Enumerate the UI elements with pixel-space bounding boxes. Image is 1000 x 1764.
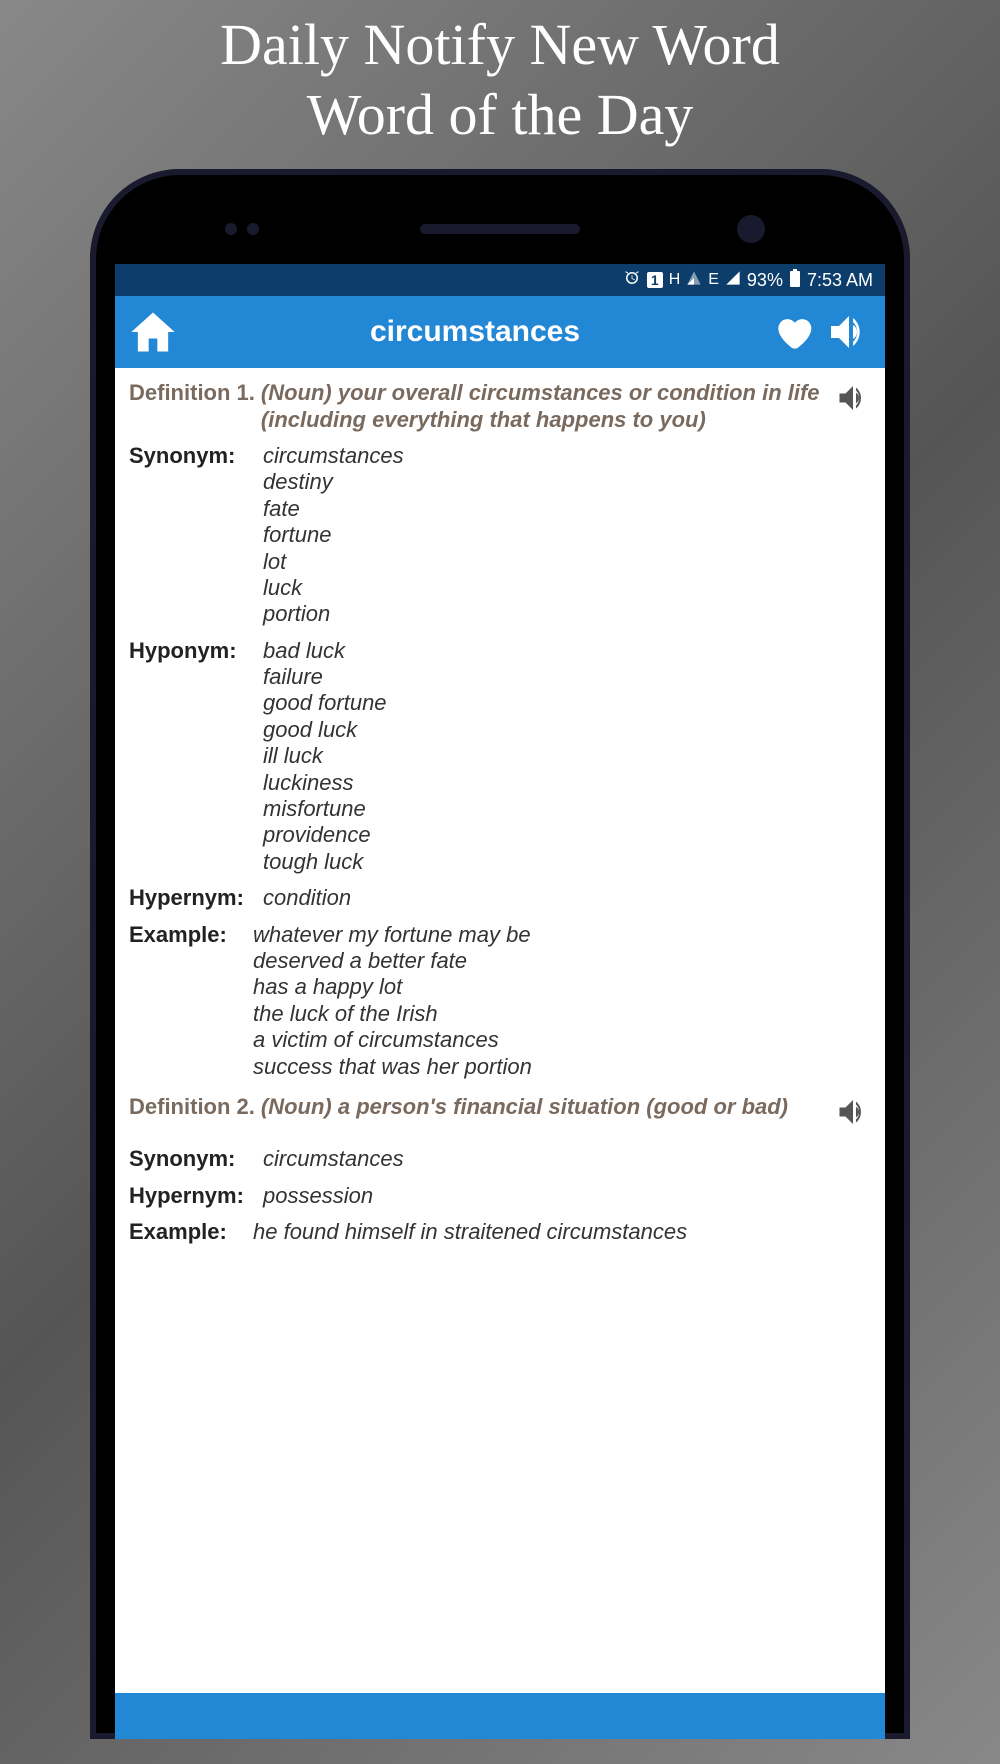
signal-icon-1 [686, 270, 702, 291]
value-item: misfortune [263, 796, 387, 822]
value-item: has a happy lot [253, 974, 532, 1000]
value-item: circumstances [263, 1146, 404, 1172]
definition-text: (Noun) a person's financial situation (g… [261, 1094, 829, 1120]
section-values: possession [263, 1183, 373, 1209]
section-values: condition [263, 885, 351, 911]
value-item: portion [263, 601, 404, 627]
definition-label: Definition 1. [129, 380, 255, 406]
phone-frame: 1 H E 93% 7:53 AM circumstances [90, 169, 910, 1739]
value-item: success that was her portion [253, 1054, 532, 1080]
synonym-row: Synonym: circumstances destiny fate fort… [129, 443, 871, 628]
definition-block: Definition 1. (Noun) your overall circum… [129, 380, 871, 1080]
value-item: fortune [263, 522, 404, 548]
home-button[interactable] [127, 306, 179, 358]
definition-content[interactable]: Definition 1. (Noun) your overall circum… [115, 368, 885, 1693]
word-title: circumstances [189, 315, 761, 349]
value-item: good luck [263, 717, 387, 743]
value-item: tough luck [263, 849, 387, 875]
value-item: lot [263, 549, 404, 575]
value-item: good fortune [263, 690, 387, 716]
hyponym-row: Hyponym: bad luck failure good fortune g… [129, 638, 871, 876]
phone-screen: 1 H E 93% 7:53 AM circumstances [115, 264, 885, 1739]
section-label: Synonym: [129, 443, 257, 628]
definition-audio-button[interactable] [835, 380, 871, 422]
bottom-bar [115, 1693, 885, 1739]
value-item: circumstances [263, 443, 404, 469]
value-item: possession [263, 1183, 373, 1209]
value-item: condition [263, 885, 351, 911]
example-row: Example: he found himself in straitened … [129, 1219, 871, 1245]
network-h-label: H [669, 271, 681, 289]
phone-hardware-top [115, 194, 885, 264]
value-item: whatever my fortune may be [253, 922, 532, 948]
section-label: Hypernym: [129, 885, 257, 911]
section-values: he found himself in straitened circumsta… [253, 1219, 687, 1245]
value-item: luckiness [263, 770, 387, 796]
battery-icon [789, 269, 801, 292]
status-time: 7:53 AM [807, 270, 873, 291]
value-item: ill luck [263, 743, 387, 769]
value-item: fate [263, 496, 404, 522]
hypernym-row: Hypernym: condition [129, 885, 871, 911]
favorite-button[interactable] [771, 310, 815, 354]
synonym-row: Synonym: circumstances [129, 1146, 871, 1172]
value-item: luck [263, 575, 404, 601]
section-values: whatever my fortune may be deserved a be… [253, 922, 532, 1080]
hypernym-row: Hypernym: possession [129, 1183, 871, 1209]
definition-audio-button[interactable] [835, 1094, 871, 1136]
section-label: Hyponym: [129, 638, 257, 876]
section-values: circumstances [263, 1146, 404, 1172]
value-item: providence [263, 822, 387, 848]
promo-title: Daily Notify New Word Word of the Day [200, 0, 800, 169]
section-values: bad luck failure good fortune good luck … [263, 638, 387, 876]
network-e-label: E [708, 271, 719, 289]
value-item: deserved a better fate [253, 948, 532, 974]
signal-icon-2 [725, 270, 741, 291]
sim-icon: 1 [647, 272, 663, 288]
section-label: Example: [129, 1219, 247, 1245]
section-label: Example: [129, 922, 247, 1080]
value-item: destiny [263, 469, 404, 495]
value-item: bad luck [263, 638, 387, 664]
definition-label: Definition 2. [129, 1094, 255, 1120]
section-label: Hypernym: [129, 1183, 257, 1209]
value-item: the luck of the Irish [253, 1001, 532, 1027]
speaker-button[interactable] [825, 308, 873, 356]
status-bar: 1 H E 93% 7:53 AM [115, 264, 885, 296]
section-label: Synonym: [129, 1146, 257, 1172]
definition-text: (Noun) your overall circumstances or con… [261, 380, 829, 433]
app-bar: circumstances [115, 296, 885, 368]
promo-line1: Daily Notify New Word [220, 10, 780, 80]
value-item: failure [263, 664, 387, 690]
value-item: he found himself in straitened circumsta… [253, 1219, 687, 1245]
definition-block: Definition 2. (Noun) a person's financia… [129, 1094, 871, 1246]
section-values: circumstances destiny fate fortune lot l… [263, 443, 404, 628]
alarm-icon [623, 269, 641, 292]
promo-line2: Word of the Day [220, 80, 780, 150]
battery-percent: 93% [747, 270, 783, 291]
example-row: Example: whatever my fortune may be dese… [129, 922, 871, 1080]
value-item: a victim of circumstances [253, 1027, 532, 1053]
